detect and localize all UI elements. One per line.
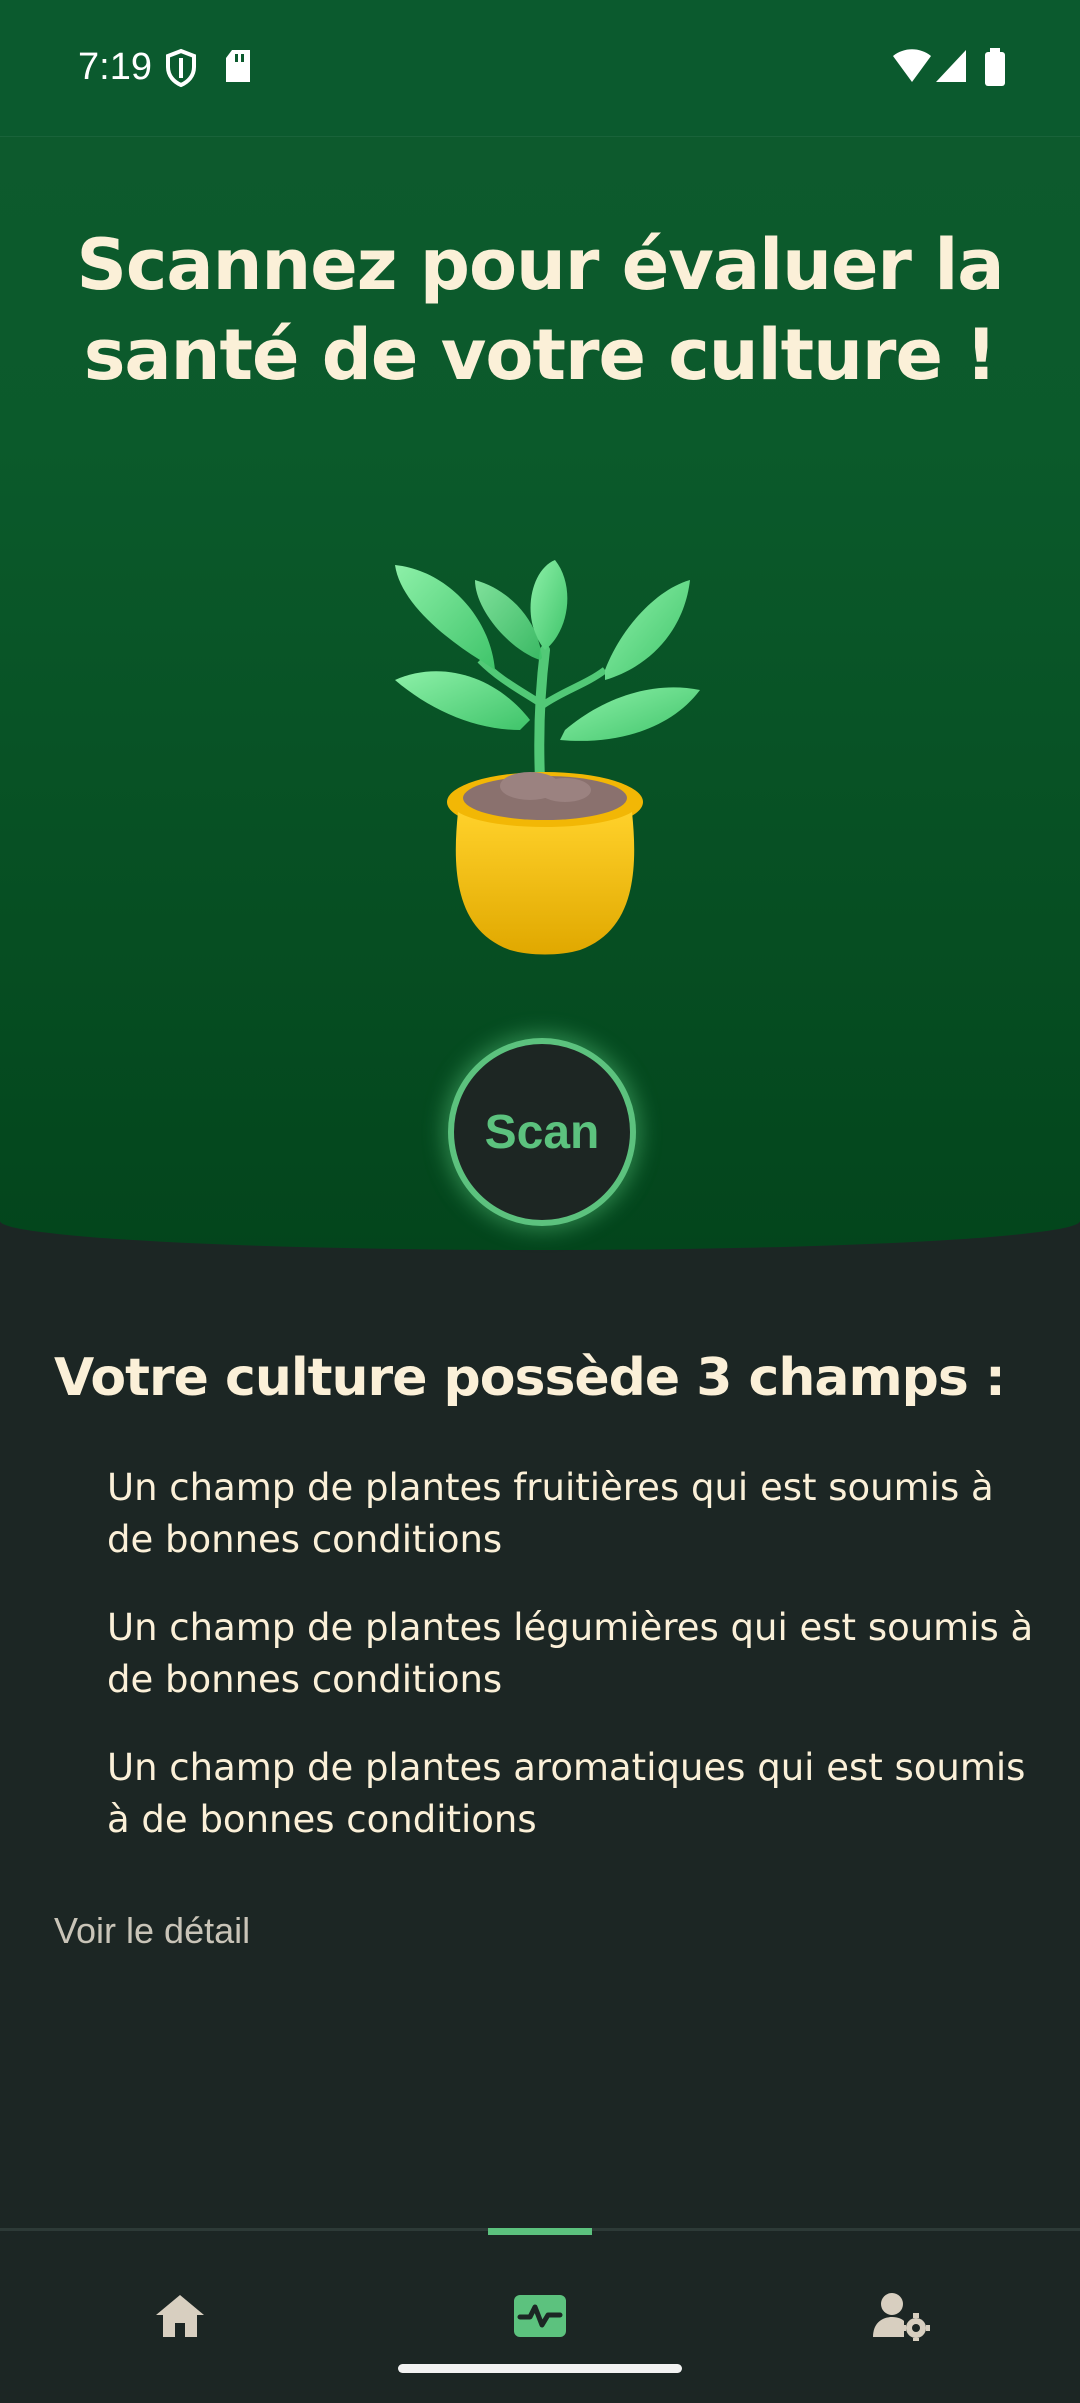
- headline-line-2: santé de votre culture !: [83, 314, 997, 396]
- status-time: 7:19: [78, 46, 152, 88]
- bottom-navigation: [0, 2228, 1080, 2403]
- view-detail-link[interactable]: Voir le détail: [54, 1910, 250, 1952]
- wifi-icon: [893, 49, 931, 82]
- page-headline: Scannez pour évaluer la santé de votre c…: [60, 220, 1020, 400]
- nav-user-settings[interactable]: [866, 2281, 936, 2351]
- hero-section: Scannez pour évaluer la santé de votre c…: [0, 0, 1080, 1250]
- home-icon: [156, 2295, 204, 2337]
- cellular-signal-icon: [936, 50, 966, 82]
- nav-health[interactable]: [505, 2281, 575, 2351]
- fields-summary-title: Votre culture possède 3 champs :: [54, 1348, 1006, 1408]
- nav-home[interactable]: [145, 2281, 215, 2351]
- health-monitor-icon: [514, 2295, 566, 2337]
- gesture-navigation-bar[interactable]: [398, 2364, 682, 2373]
- list-item: Un champ de plantes aromatiques qui est …: [107, 1746, 1026, 1841]
- user-settings-icon: [873, 2293, 930, 2341]
- list-item: Un champ de plantes légumières qui est s…: [107, 1606, 1034, 1701]
- battery-icon: [985, 48, 1005, 86]
- sd-card-icon: [226, 50, 250, 82]
- potted-plant-illustration: [395, 560, 700, 955]
- active-tab-indicator: [488, 2228, 592, 2235]
- fields-list: Un champ de plantes fruitières qui est s…: [107, 1462, 1037, 1882]
- headline-line-1: Scannez pour évaluer la: [76, 224, 1004, 306]
- shield-icon: [166, 48, 196, 88]
- status-bar: 7:19: [0, 0, 1080, 137]
- list-item: Un champ de plantes fruitières qui est s…: [107, 1466, 994, 1561]
- scan-button[interactable]: Scan: [448, 1038, 636, 1226]
